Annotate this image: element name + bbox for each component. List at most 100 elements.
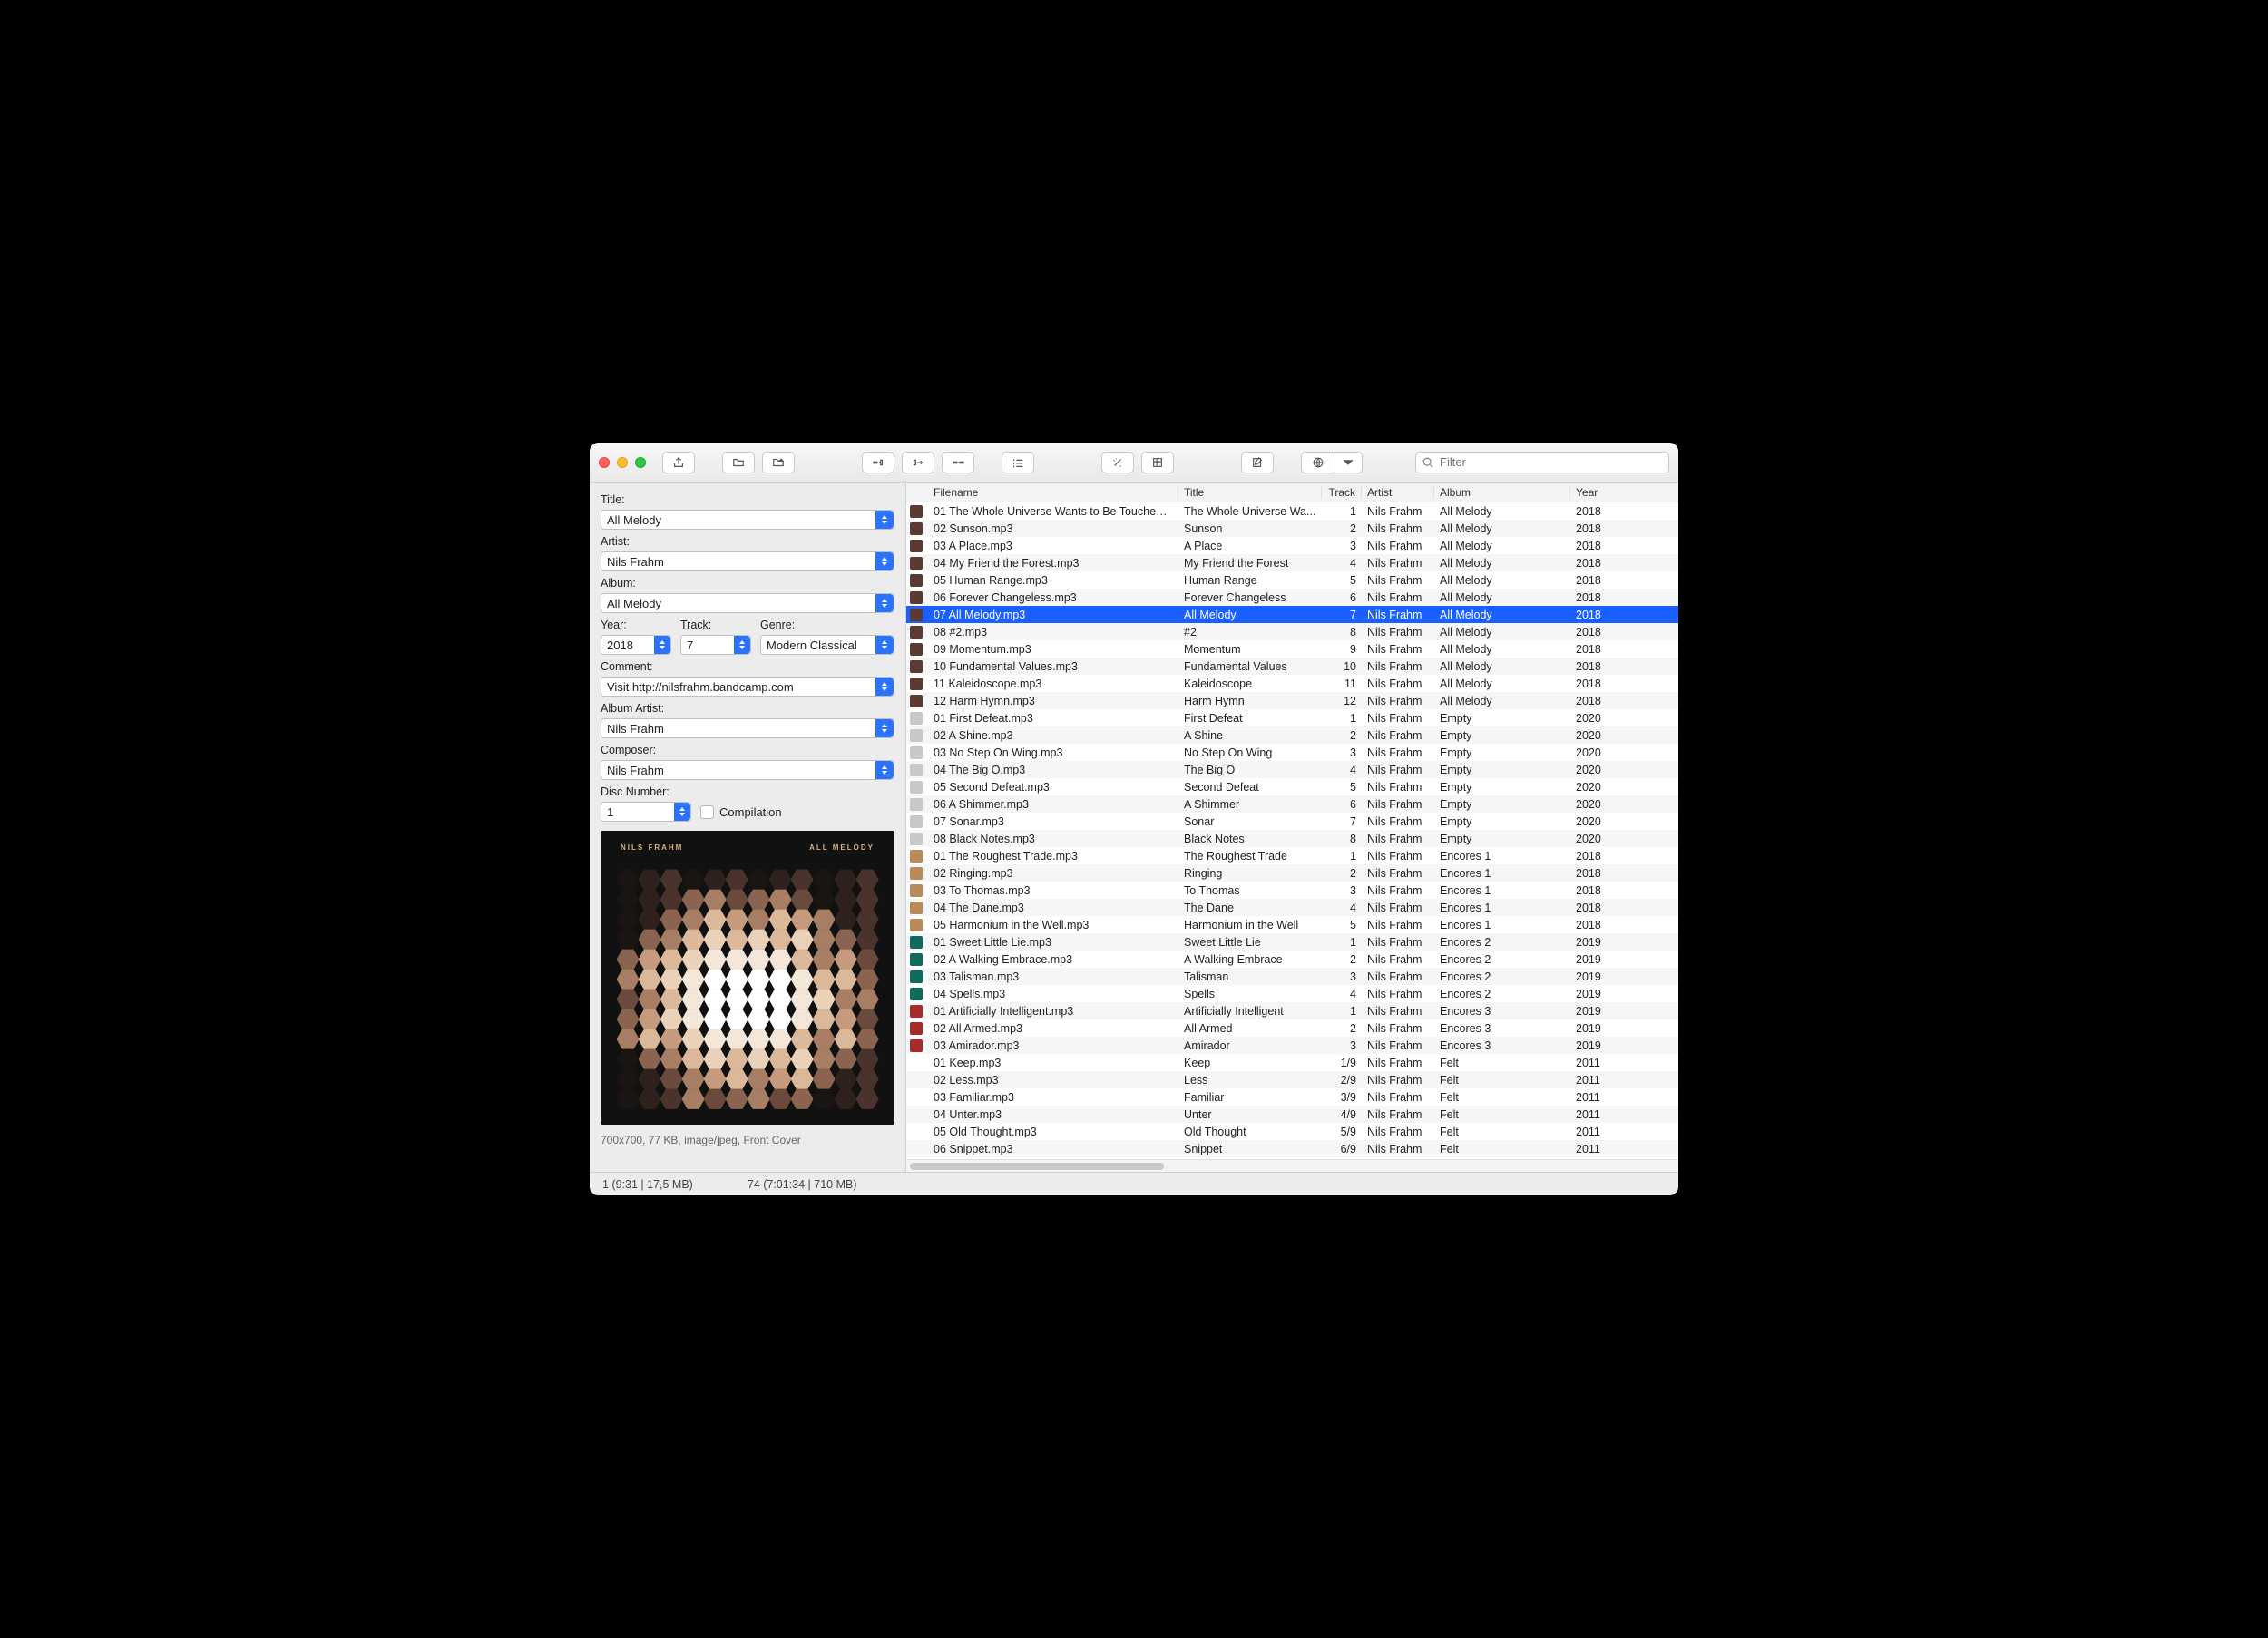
dropdown-icon[interactable] <box>875 511 894 529</box>
table-row[interactable]: 04 Unter.mp3Unter4/9Nils FrahmFelt2011 <box>906 1106 1678 1123</box>
artist-label: Artist: <box>601 535 894 548</box>
stepper-icon[interactable] <box>654 636 670 654</box>
table-row[interactable]: 06 A Shimmer.mp3A Shimmer6Nils FrahmEmpt… <box>906 795 1678 813</box>
stepper-icon[interactable] <box>734 636 750 654</box>
edit-button[interactable] <box>1241 452 1274 473</box>
table-row[interactable]: 05 Second Defeat.mp3Second Defeat5Nils F… <box>906 778 1678 795</box>
tag-to-filename-button[interactable] <box>862 452 894 473</box>
stepper-icon[interactable] <box>674 803 690 821</box>
table-row[interactable]: 01 Sweet Little Lie.mp3Sweet Little Lie1… <box>906 933 1678 951</box>
table-row[interactable]: 04 The Dane.mp3The Dane4Nils FrahmEncore… <box>906 899 1678 916</box>
table-row[interactable]: 03 A Place.mp3A Place3Nils FrahmAll Melo… <box>906 537 1678 554</box>
table-row[interactable]: 02 A Walking Embrace.mp3A Walking Embrac… <box>906 951 1678 968</box>
table-row[interactable]: 01 The Whole Universe Wants to Be Touche… <box>906 502 1678 520</box>
cell-title: Unter <box>1178 1108 1322 1121</box>
globe-dropdown-button[interactable] <box>1334 452 1363 473</box>
table-row[interactable]: 02 Ringing.mp3Ringing2Nils FrahmEncores … <box>906 864 1678 882</box>
track-field[interactable]: 7 <box>680 635 751 655</box>
genre-field[interactable]: Modern Classical <box>760 635 894 655</box>
table-row[interactable]: 10 Fundamental Values.mp3Fundamental Val… <box>906 658 1678 675</box>
globe-button[interactable] <box>1301 452 1334 473</box>
filter-input[interactable] <box>1440 455 1663 469</box>
table-row[interactable]: 02 A Shine.mp3A Shine2Nils FrahmEmpty202… <box>906 726 1678 744</box>
comment-field[interactable]: Visit http://nilsfrahm.bandcamp.com <box>601 677 894 697</box>
table-row[interactable]: 03 To Thomas.mp3To Thomas3Nils FrahmEnco… <box>906 882 1678 899</box>
col-album[interactable]: Album <box>1434 486 1570 499</box>
table-row[interactable]: 03 Amirador.mp3Amirador3Nils FrahmEncore… <box>906 1037 1678 1054</box>
window-controls <box>599 457 646 468</box>
table-row[interactable]: 05 Harmonium in the Well.mp3Harmonium in… <box>906 916 1678 933</box>
table-row[interactable]: 03 No Step On Wing.mp3No Step On Wing3Ni… <box>906 744 1678 761</box>
table-row[interactable]: 01 First Defeat.mp3First Defeat1Nils Fra… <box>906 709 1678 726</box>
table-row[interactable]: 02 Less.mp3Less2/9Nils FrahmFelt2011 <box>906 1071 1678 1088</box>
filename-to-tag-button[interactable] <box>902 452 934 473</box>
table-row[interactable]: 02 All Armed.mp3All Armed2Nils FrahmEnco… <box>906 1019 1678 1037</box>
table-row[interactable]: 08 #2.mp3#28Nils FrahmAll Melody2018 <box>906 623 1678 640</box>
share-button[interactable] <box>662 452 695 473</box>
magic-button[interactable] <box>1101 452 1134 473</box>
open-folder-button[interactable] <box>722 452 755 473</box>
table-row[interactable]: 11 Kaleidoscope.mp3Kaleidoscope11Nils Fr… <box>906 675 1678 692</box>
table-row[interactable]: 06 Forever Changeless.mp3Forever Changel… <box>906 589 1678 606</box>
table-row[interactable]: 09 Momentum.mp3Momentum9Nils FrahmAll Me… <box>906 640 1678 658</box>
table-body[interactable]: 01 The Whole Universe Wants to Be Touche… <box>906 502 1678 1159</box>
add-folder-button[interactable] <box>762 452 795 473</box>
year-field[interactable]: 2018 <box>601 635 671 655</box>
table-row[interactable]: 04 The Big O.mp3The Big O4Nils FrahmEmpt… <box>906 761 1678 778</box>
rename-button[interactable] <box>942 452 974 473</box>
table-row[interactable]: 01 The Roughest Trade.mp3The Roughest Tr… <box>906 847 1678 864</box>
table-row[interactable]: 12 Harm Hymn.mp3Harm Hymn12Nils FrahmAll… <box>906 692 1678 709</box>
cell-album: Encores 2 <box>1434 988 1570 1000</box>
album-color-icon <box>910 729 923 742</box>
table-row[interactable]: 01 Keep.mp3Keep1/9Nils FrahmFelt2011 <box>906 1054 1678 1071</box>
zoom-window-button[interactable] <box>635 457 646 468</box>
col-artist[interactable]: Artist <box>1362 486 1434 499</box>
album-field[interactable]: All Melody <box>601 593 894 613</box>
cell-track: 11 <box>1322 678 1362 690</box>
artist-field[interactable]: Nils Frahm <box>601 551 894 571</box>
table-row[interactable]: 05 Old Thought.mp3Old Thought5/9Nils Fra… <box>906 1123 1678 1140</box>
table-row[interactable]: 01 Artificially Intelligent.mp3Artificia… <box>906 1002 1678 1019</box>
table-row[interactable]: 08 Black Notes.mp3Black Notes8Nils Frahm… <box>906 830 1678 847</box>
minimize-window-button[interactable] <box>617 457 628 468</box>
tracklist-button[interactable] <box>1002 452 1034 473</box>
table-row[interactable]: 04 Spells.mp3Spells4Nils FrahmEncores 22… <box>906 985 1678 1002</box>
table-row[interactable]: 03 Talisman.mp3Talisman3Nils FrahmEncore… <box>906 968 1678 985</box>
title-label: Title: <box>601 493 894 506</box>
table-row[interactable]: 04 My Friend the Forest.mp3My Friend the… <box>906 554 1678 571</box>
cell-album: Felt <box>1434 1108 1570 1121</box>
close-window-button[interactable] <box>599 457 610 468</box>
cell-track: 5 <box>1322 781 1362 794</box>
dropdown-icon[interactable] <box>875 552 894 570</box>
title-field[interactable]: All Melody <box>601 510 894 530</box>
dropdown-icon[interactable] <box>875 719 894 737</box>
dropdown-icon[interactable] <box>875 678 894 696</box>
status-total: 74 (7:01:34 | 710 MB) <box>748 1178 857 1191</box>
dropdown-icon[interactable] <box>875 761 894 779</box>
col-title[interactable]: Title <box>1178 486 1322 499</box>
calendar-button[interactable] <box>1141 452 1174 473</box>
cell-filename: 05 Old Thought.mp3 <box>928 1126 1178 1138</box>
table-row[interactable]: 06 Snippet.mp3Snippet6/9Nils FrahmFelt20… <box>906 1140 1678 1157</box>
discno-field[interactable]: 1 <box>601 802 691 822</box>
table-row[interactable]: 07 Sonar.mp3Sonar7Nils FrahmEmpty2020 <box>906 813 1678 830</box>
albumartist-field[interactable]: Nils Frahm <box>601 718 894 738</box>
table-row[interactable]: 03 Familiar.mp3Familiar3/9Nils FrahmFelt… <box>906 1088 1678 1106</box>
col-track[interactable]: Track <box>1322 486 1362 499</box>
compilation-checkbox[interactable]: Compilation <box>700 805 782 819</box>
filter-search[interactable] <box>1415 452 1669 473</box>
dropdown-icon[interactable] <box>875 636 894 654</box>
col-year[interactable]: Year <box>1570 486 1678 499</box>
cell-year: 2018 <box>1570 626 1678 639</box>
cell-title: Human Range <box>1178 574 1322 587</box>
table-row[interactable]: 07 All Melody.mp3All Melody7Nils FrahmAl… <box>906 606 1678 623</box>
dots-to-dots-icon <box>952 456 964 469</box>
table-row[interactable]: 05 Human Range.mp3Human Range5Nils Frahm… <box>906 571 1678 589</box>
composer-field[interactable]: Nils Frahm <box>601 760 894 780</box>
album-art[interactable]: NILS FRAHM ALL MELODY <box>601 831 894 1125</box>
col-filename[interactable]: Filename <box>928 486 1178 499</box>
table-row[interactable]: 02 Sunson.mp3Sunson2Nils FrahmAll Melody… <box>906 520 1678 537</box>
cell-filename: 04 Unter.mp3 <box>928 1108 1178 1121</box>
horizontal-scrollbar[interactable] <box>906 1159 1678 1172</box>
dropdown-icon[interactable] <box>875 594 894 612</box>
